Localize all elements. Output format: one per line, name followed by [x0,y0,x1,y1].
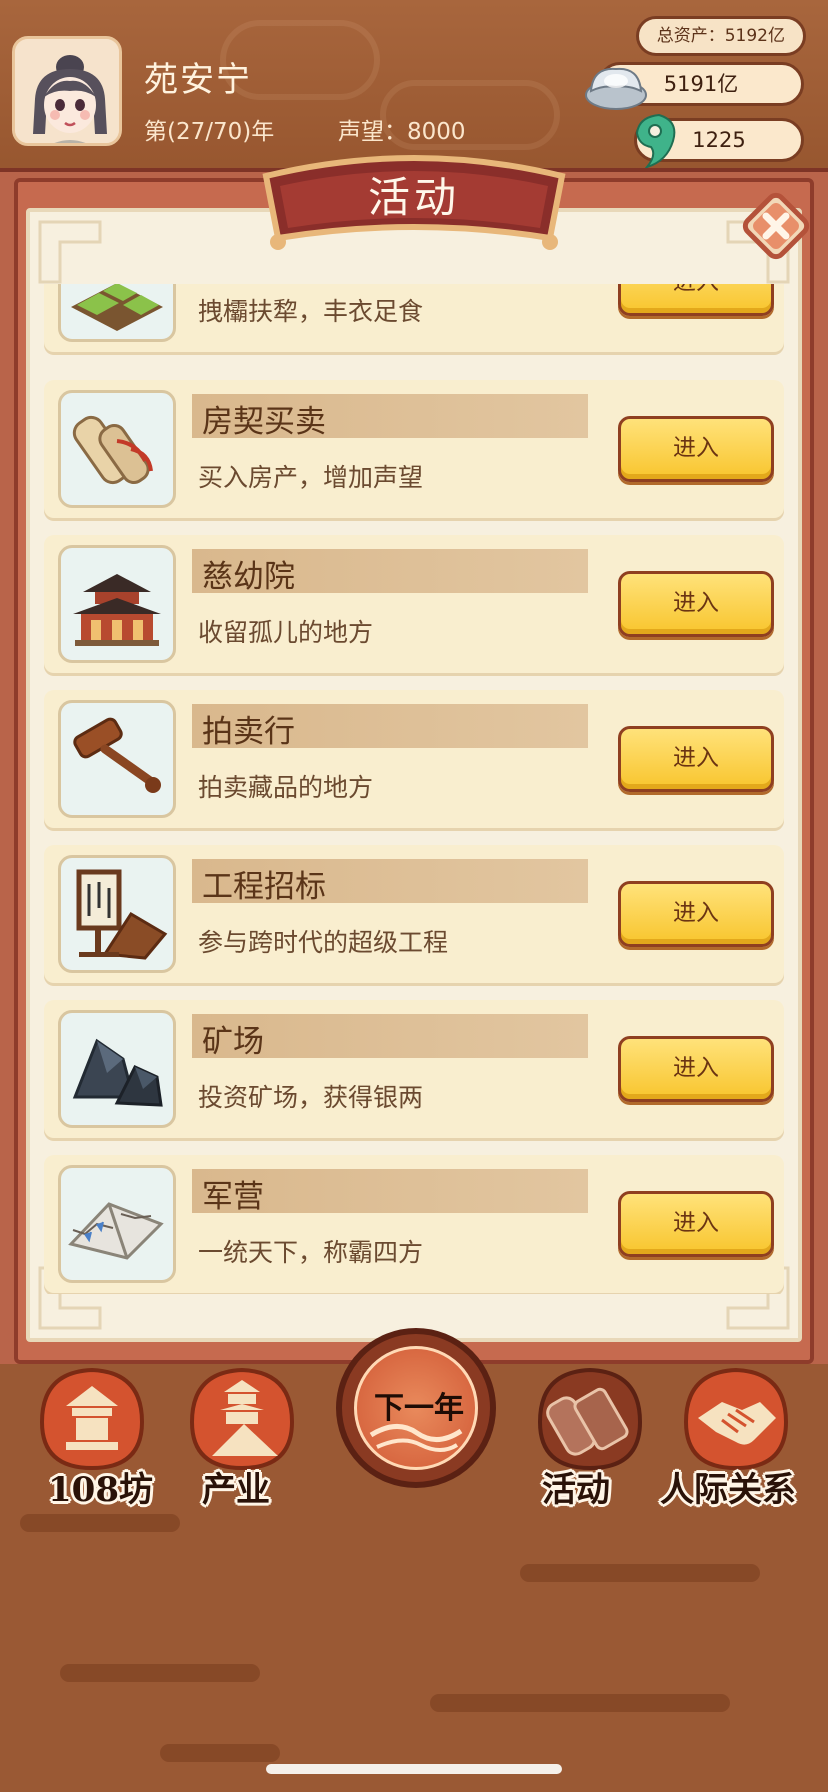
activity-description: 收留孤儿的地方 [198,618,374,647]
activity-title: 矿场 [202,1024,264,1060]
activity-title: 慈幼院 [202,559,295,595]
silver-resource[interactable]: 5191亿 [585,62,804,110]
enter-button[interactable]: 进入 [618,416,774,482]
nav-activity[interactable]: 活动 [528,1362,658,1510]
activity-description: 投资矿场，获得银两 [198,1083,424,1112]
notice-board-icon [76,869,168,960]
list-item-barracks: 军营 一统天下，称霸四方 进入 [44,1155,784,1293]
nav-industry[interactable]: 产业 [180,1362,310,1510]
next-year-emblem: 下一年 [354,1346,478,1470]
next-year-button[interactable]: 下一年 [336,1328,496,1488]
activity-description: 买入房产，增加声望 [198,463,424,492]
home-indicator[interactable] [266,1764,562,1774]
fame-value: 声望：8000 [338,119,466,145]
activity-thumbnail [58,855,176,973]
nav-108-fang[interactable]: 108坊 [30,1362,160,1510]
activity-title: 拍卖行 [202,714,295,750]
close-icon [742,192,810,260]
activity-description: 参与跨时代的超级工程 [198,928,449,957]
pagoda-icon [189,1367,295,1471]
temple-building-icon [73,574,161,646]
nav-label: 活动 [542,1470,610,1510]
list-item-farming: 拽欛扶犂，丰衣足食 进入 [44,284,784,352]
nav-label: 108坊 [48,1470,153,1510]
player-name: 苑安宁 [144,60,252,100]
activity-title: 工程招标 [202,869,326,905]
activity-title: 房契买卖 [202,404,326,440]
player-avatar[interactable] [12,36,122,146]
activity-thumbnail [58,284,176,342]
close-button[interactable] [738,188,814,264]
decorative-streak [60,1664,260,1682]
gavel-icon [73,717,161,793]
farmland-icon [71,284,163,331]
list-item-orphanage: 慈幼院 收留孤儿的地方 进入 [44,535,784,673]
list-item-deed-trading: 房契买卖 买入房产，增加声望 进入 [44,380,784,518]
scroll-deed-icon [72,415,153,485]
activity-description: 拽欛扶犂，丰衣足食 [198,297,424,326]
panel-title: 活动 [367,173,460,222]
decorative-streak [520,1564,760,1582]
avatar-portrait-icon [15,39,119,143]
enter-button[interactable]: 进入 [618,571,774,637]
jade-resource[interactable]: 1225 [634,113,804,169]
activity-thumbnail [58,1010,176,1128]
nav-label: 人际关系 [660,1470,796,1510]
list-item-auction-house: 拍卖行 拍卖藏品的地方 进入 [44,690,784,828]
activity-title: 军营 [202,1179,264,1215]
list-item-mine: 矿场 投资矿场，获得银两 进入 [44,1000,784,1138]
decorative-streak [430,1694,730,1712]
decorative-streak [20,1514,180,1532]
enter-button[interactable]: 进入 [618,1191,774,1257]
activity-thumbnail [58,390,176,508]
jade-amount: 1225 [692,128,746,152]
activity-description: 拍卖藏品的地方 [198,773,374,802]
enter-button[interactable]: 进入 [618,284,774,316]
enter-button[interactable]: 进入 [618,881,774,947]
activity-thumbnail [58,545,176,663]
silver-amount: 5191亿 [663,72,739,96]
enter-button[interactable]: 进入 [618,1036,774,1102]
year-counter: 第(27/70)年 [144,119,275,145]
list-item-project-bidding: 工程招标 参与跨时代的超级工程 进入 [44,845,784,983]
handshake-icon [683,1367,789,1471]
nav-label: 产业 [202,1470,270,1510]
activity-list[interactable]: 拽欛扶犂，丰衣足食 进入 房契买卖 买入房产，增加声望 进入 [40,284,788,1294]
decorative-streak [160,1744,280,1762]
activity-description: 一统天下，称霸四方 [198,1238,424,1267]
nav-relations[interactable]: 人际关系 [660,1362,828,1510]
tent-icon [68,1202,164,1260]
scroll-icon [537,1367,643,1471]
activity-thumbnail [58,700,176,818]
pavilion-icon [39,1367,145,1471]
ore-rock-icon [72,1038,163,1107]
next-year-label: 下一年 [374,1391,464,1426]
total-assets-badge: 总资产：5192亿 [635,16,806,56]
enter-button[interactable]: 进入 [618,726,774,792]
activity-thumbnail [58,1165,176,1283]
